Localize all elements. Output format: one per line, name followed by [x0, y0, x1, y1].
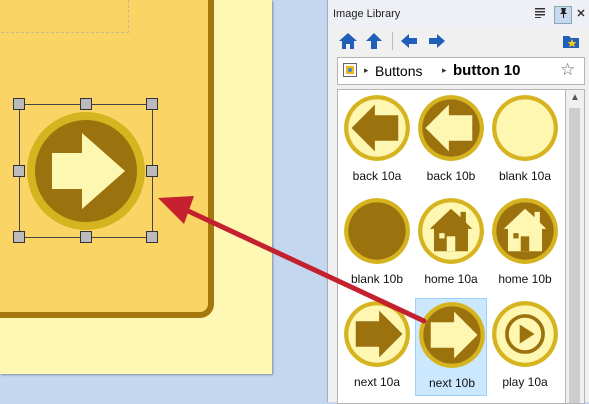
resize-handle-right[interactable] [146, 165, 158, 177]
back-arrow-icon[interactable] [398, 30, 420, 52]
resize-handle-bottom-right[interactable] [146, 231, 158, 243]
library-item-label: play 10a [502, 375, 548, 389]
up-arrow-icon[interactable] [363, 30, 385, 52]
scrollbar-thumb[interactable] [569, 108, 580, 403]
next-arrow-button-thumbnail-icon [419, 302, 485, 368]
library-item-next-10a[interactable]: next 10a [341, 298, 413, 396]
house-button-thumbnail-icon [492, 198, 558, 264]
library-item-back-10a[interactable]: back 10a [341, 92, 413, 190]
menu-icon[interactable] [532, 6, 548, 22]
breadcrumb-item-current[interactable]: button 10 [453, 62, 521, 79]
library-item-play-10a[interactable]: play 10a [489, 298, 561, 396]
blank-button-thumbnail-icon [492, 95, 558, 161]
library-item-home-10b[interactable]: home 10b [489, 195, 561, 293]
resize-handle-top[interactable] [80, 98, 92, 110]
library-item-label: next 10a [353, 375, 401, 389]
play-button-thumbnail-icon [492, 301, 558, 367]
panel-title: Image Library [333, 8, 401, 20]
image-library-panel: Image Library ✕ ▸ Buttons ▸ button 10 ☆ … [327, 0, 589, 404]
library-item-blank-10b[interactable]: blank 10b [341, 195, 413, 293]
breadcrumb-separator-icon: ▸ [364, 65, 369, 75]
library-item-back-10b[interactable]: back 10b [415, 92, 487, 190]
home-icon[interactable] [337, 30, 359, 52]
back-arrow-button-thumbnail-icon [344, 95, 410, 161]
library-icon [343, 63, 357, 77]
vertical-scrollbar[interactable]: ▲ [565, 89, 585, 404]
selection-bounding-box[interactable] [19, 104, 153, 238]
library-item-next-10b[interactable]: next 10b [415, 298, 487, 396]
design-canvas[interactable] [0, 0, 305, 402]
close-icon[interactable]: ✕ [573, 6, 589, 22]
pin-icon[interactable] [554, 6, 572, 24]
blank-button-thumbnail-icon [344, 198, 410, 264]
toolbar-separator [392, 32, 393, 50]
resize-handle-left[interactable] [13, 165, 25, 177]
panel-title-bar: Image Library ✕ [328, 0, 589, 28]
forward-arrow-icon[interactable] [426, 30, 448, 52]
image-grid: back 10a back 10b blank 10a blank 10b home 1… [337, 89, 574, 404]
library-item-label: blank 10b [350, 272, 404, 286]
favorite-star-icon[interactable]: ☆ [560, 60, 575, 80]
breadcrumb: ▸ Buttons ▸ button 10 ☆ [337, 57, 585, 85]
back-arrow-button-thumbnail-icon [418, 95, 484, 161]
next-arrow-button-thumbnail-icon [344, 301, 410, 367]
library-toolbar [328, 28, 589, 54]
dashed-guide [0, 0, 129, 33]
library-item-label: home 10a [424, 272, 478, 286]
library-item-label: back 10b [426, 169, 476, 183]
breadcrumb-item-buttons[interactable]: Buttons [375, 63, 422, 79]
resize-handle-top-left[interactable] [13, 98, 25, 110]
library-item-label: home 10b [498, 272, 552, 286]
library-item-blank-10a[interactable]: blank 10a [489, 92, 561, 190]
library-item-label: next 10b [428, 376, 476, 390]
house-button-thumbnail-icon [418, 198, 484, 264]
library-item-label: back 10a [352, 169, 402, 183]
resize-handle-top-right[interactable] [146, 98, 158, 110]
favorite-folder-icon[interactable] [560, 30, 582, 52]
library-item-home-10a[interactable]: home 10a [415, 195, 487, 293]
resize-handle-bottom-left[interactable] [13, 231, 25, 243]
scroll-up-icon[interactable]: ▲ [570, 92, 580, 103]
breadcrumb-separator-icon: ▸ [442, 65, 447, 75]
library-item-label: blank 10a [498, 169, 552, 183]
resize-handle-bottom[interactable] [80, 231, 92, 243]
